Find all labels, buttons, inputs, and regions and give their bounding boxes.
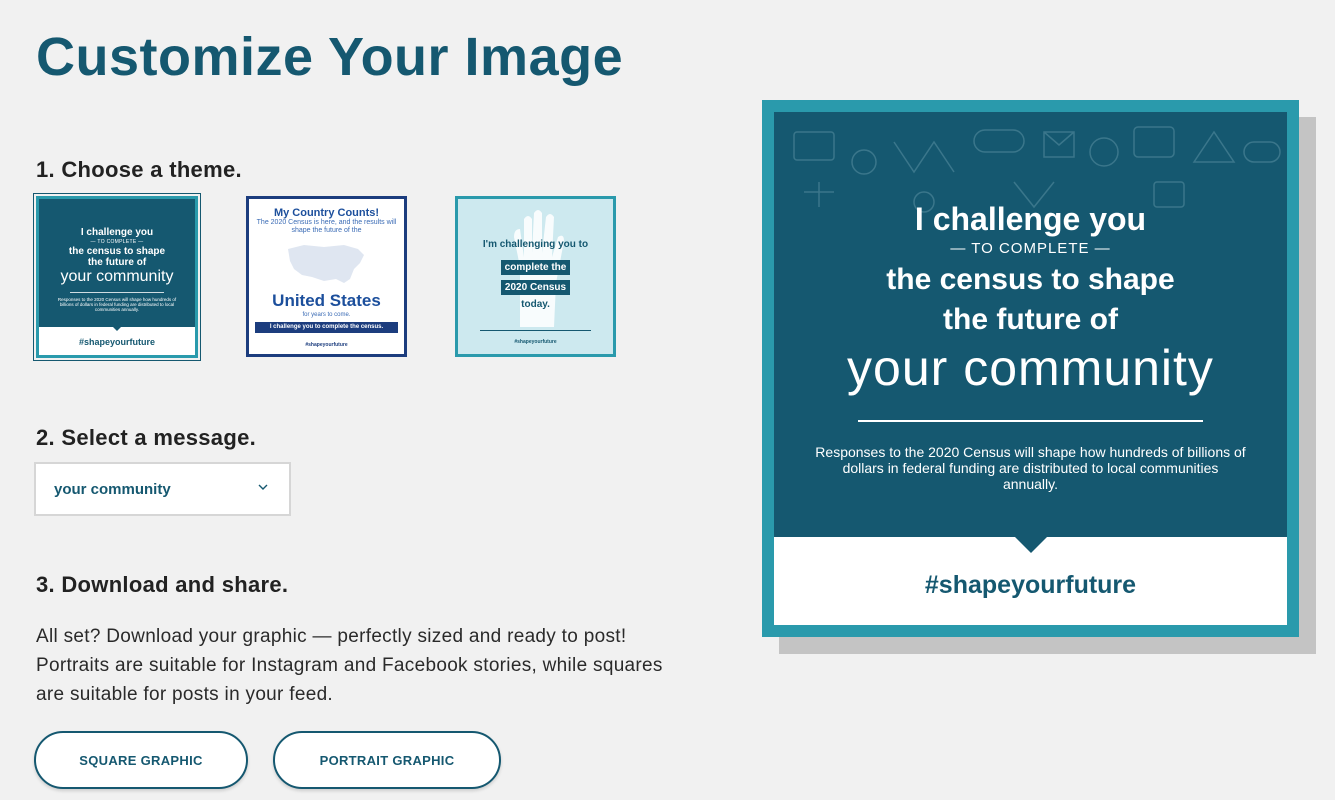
theme-title: My Country Counts! [273,207,380,219]
theme-thumbnail-frame: I challenge you — TO COMPLETE — the cens… [36,196,198,358]
theme-thumbnail-frame: My Country Counts! The 2020 Census is he… [246,196,407,357]
theme-banner: I challenge you to complete the census. [255,322,398,333]
us-map-icon [288,245,364,283]
theme-text-line: for years to come. [302,312,351,318]
preview-text-line: the census to shape [886,263,1175,296]
theme-text-line: your community [60,268,174,285]
theme-text-line: I'm challenging you to [482,239,589,250]
graphic-preview: I challenge you — TO COMPLETE — the cens… [762,100,1299,637]
theme-thumbnail-image: I challenge you — TO COMPLETE — the cens… [39,199,195,355]
step-heading-select-message: 2. Select a message. [36,425,257,450]
theme-option-hand-raised[interactable]: I'm challenging you to complete the 2020… [455,196,616,357]
theme-option-my-country-counts[interactable]: My Country Counts! The 2020 Census is he… [246,196,407,357]
theme-text-line: the future of [87,257,147,268]
theme-hashtag: #shapeyourfuture [514,339,557,345]
preview-hashtag: #shapeyourfuture [924,571,1137,599]
theme-text-line: today. [521,299,550,310]
theme-thumbnail-image: I'm challenging you to complete the 2020… [458,199,613,354]
theme-text-line: I challenge you [80,227,154,238]
download-description: All set? Download your graphic — perfect… [36,626,663,705]
divider [70,292,164,293]
preview-text-line: I challenge you [914,201,1147,237]
theme-thumbnail-image: My Country Counts! The 2020 Census is he… [249,199,404,354]
theme-subtitle: The 2020 Census is here, and the results… [256,219,397,234]
step-heading-download-share: 3. Download and share. [36,572,289,597]
divider [858,420,1203,422]
portrait-graphic-button[interactable]: PORTRAIT GRAPHIC [273,731,501,789]
preview-message: your community [847,340,1214,396]
theme-highlight-box: 2020 Census [500,280,571,295]
page-title: Customize Your Image [36,27,624,87]
divider [480,330,591,331]
preview-text-line: — TO COMPLETE — [950,240,1111,257]
square-graphic-button[interactable]: SQUARE GRAPHIC [34,731,248,789]
theme-text-line: — TO COMPLETE — [90,239,144,245]
message-select-value: your community [54,481,171,498]
theme-highlight-box: complete the [500,260,571,275]
preview-text-line: the future of [943,303,1118,336]
preview-hashtag-footer: #shapeyourfuture [774,537,1287,625]
theme-option-teal-community[interactable]: I challenge you — TO COMPLETE — the cens… [33,193,201,361]
theme-thumbnail-frame: I'm challenging you to complete the 2020… [455,196,616,357]
notch-arrow [1014,537,1047,553]
theme-small-text: Responses to the 2020 Census will shape … [57,297,177,312]
step-heading-choose-theme: 1. Choose a theme. [36,157,242,182]
graphic-preview-canvas: I challenge you — TO COMPLETE — the cens… [774,112,1287,625]
theme-hashtag: #shapeyourfuture [39,327,195,355]
chevron-down-icon [258,484,268,490]
message-select[interactable]: your community [34,462,291,516]
theme-text-line: the census to shape [68,246,166,257]
preview-small-text: Responses to the 2020 Census will shape … [815,444,1246,492]
theme-big-text: United States [272,291,381,310]
theme-hashtag: #shapeyourfuture [305,342,348,348]
